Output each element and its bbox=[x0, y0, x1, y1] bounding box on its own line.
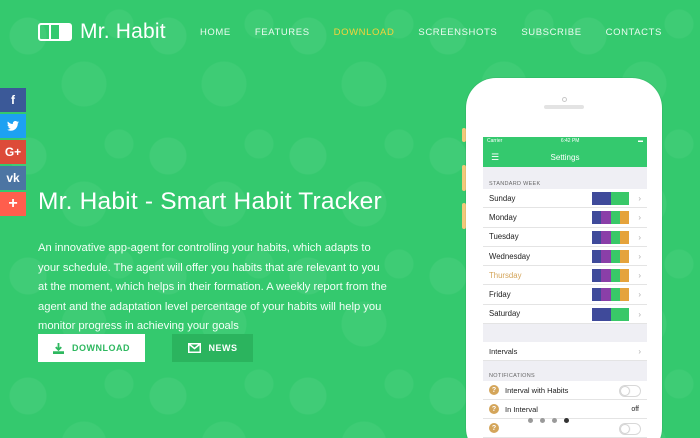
day-row-friday[interactable]: Friday › bbox=[483, 285, 647, 305]
chevron-right-icon: › bbox=[638, 347, 641, 357]
logo-icon bbox=[38, 23, 72, 41]
app-bar: ☰ Settings bbox=[483, 147, 647, 167]
day-label: Wednesday bbox=[489, 251, 531, 261]
phone-camera bbox=[562, 97, 567, 102]
carousel-pagination bbox=[528, 418, 569, 423]
chevron-right-icon: › bbox=[638, 290, 641, 300]
section-notifications: NOTIFICATIONS bbox=[489, 373, 535, 380]
twitter-icon[interactable] bbox=[0, 114, 26, 138]
in-interval-label: In Interval bbox=[505, 404, 538, 414]
day-habit-bar bbox=[592, 307, 629, 321]
phone-speaker bbox=[544, 105, 584, 109]
hero-description: An innovative app-agent for controlling … bbox=[38, 242, 387, 333]
brand-logo[interactable]: Mr. Habit bbox=[38, 20, 166, 44]
vk-icon[interactable]: vk bbox=[0, 166, 26, 190]
day-habit-bar bbox=[592, 192, 629, 205]
day-habit-bar bbox=[592, 249, 629, 263]
in-interval-value: off bbox=[631, 405, 639, 413]
notification-toggle[interactable] bbox=[619, 423, 641, 436]
social-share-bar: f G+ vk + bbox=[0, 88, 26, 216]
pagination-dot-active[interactable] bbox=[564, 418, 569, 423]
day-habit-bar bbox=[592, 288, 629, 302]
status-time: 6:42 PM bbox=[560, 138, 580, 144]
interval-with-habits-toggle[interactable] bbox=[619, 385, 641, 398]
intervals-label: Intervals bbox=[489, 346, 518, 356]
news-button-label: NEWS bbox=[208, 343, 238, 353]
chevron-right-icon: › bbox=[638, 194, 641, 203]
main-nav: HOME FEATURES DOWNLOAD SCREENSHOTS SUBSC… bbox=[200, 27, 662, 38]
interval-with-habits-label: Interval with Habits bbox=[505, 385, 569, 395]
nav-features[interactable]: FEATURES bbox=[255, 27, 310, 38]
google-plus-icon[interactable]: G+ bbox=[0, 140, 26, 164]
intervals-row[interactable]: Intervals › bbox=[483, 342, 647, 362]
chevron-right-icon: › bbox=[638, 309, 641, 319]
download-button-label: DOWNLOAD bbox=[72, 343, 130, 353]
nav-home[interactable]: HOME bbox=[200, 27, 231, 38]
day-label: Tuesday bbox=[489, 232, 519, 242]
in-interval-row[interactable]: ? In Interval off bbox=[483, 400, 647, 420]
help-icon[interactable]: ? bbox=[489, 385, 499, 396]
day-label: Saturday bbox=[489, 309, 521, 319]
page-title: Mr. Habit - Smart Habit Tracker bbox=[38, 188, 382, 215]
help-icon[interactable]: ? bbox=[489, 404, 499, 415]
day-habit-bar bbox=[592, 269, 629, 283]
phone-screen: Carrier 6:42 PM ▬ ☰ Settings STANDARD WE… bbox=[483, 137, 647, 438]
day-row-wednesday[interactable]: Wednesday › bbox=[483, 247, 647, 267]
chevron-right-icon: › bbox=[638, 213, 641, 223]
day-label: Monday bbox=[489, 212, 517, 222]
screen-title: Settings bbox=[550, 152, 580, 162]
day-habit-bar bbox=[592, 230, 629, 244]
chevron-right-icon: › bbox=[638, 251, 641, 261]
nav-screenshots[interactable]: SCREENSHOTS bbox=[418, 27, 497, 38]
pagination-dot[interactable] bbox=[540, 418, 545, 423]
day-row-thursday[interactable]: Thursday › bbox=[483, 266, 647, 286]
facebook-icon[interactable]: f bbox=[0, 88, 26, 112]
days-list: Sunday › Monday › Tuesday › Wednesday › … bbox=[483, 189, 647, 325]
brand-name: Mr. Habit bbox=[80, 20, 166, 43]
battery-icon: ▬ bbox=[638, 138, 643, 144]
day-habit-bar bbox=[592, 211, 629, 225]
nav-download[interactable]: DOWNLOAD bbox=[334, 27, 395, 38]
download-icon bbox=[53, 342, 64, 354]
mail-icon bbox=[187, 343, 201, 353]
download-button[interactable]: DOWNLOAD bbox=[38, 334, 145, 362]
chevron-right-icon: › bbox=[638, 271, 641, 281]
nav-subscribe[interactable]: SUBSCRIBE bbox=[521, 27, 581, 38]
phone-mockup: Carrier 6:42 PM ▬ ☰ Settings STANDARD WE… bbox=[466, 78, 662, 438]
news-button[interactable]: NEWS bbox=[172, 334, 253, 362]
day-row-tuesday[interactable]: Tuesday › bbox=[483, 228, 647, 247]
day-row-saturday[interactable]: Saturday › bbox=[483, 305, 647, 325]
day-row-monday[interactable]: Monday › bbox=[483, 208, 647, 228]
day-label: Sunday bbox=[489, 193, 516, 203]
pagination-dot[interactable] bbox=[552, 418, 557, 423]
section-standard-week: STANDARD WEEK bbox=[489, 181, 541, 187]
hamburger-menu-icon[interactable]: ☰ bbox=[491, 152, 499, 163]
pagination-dot[interactable] bbox=[528, 418, 533, 423]
day-label: Friday bbox=[489, 290, 511, 300]
chevron-right-icon: › bbox=[638, 232, 641, 242]
day-row-sunday[interactable]: Sunday › bbox=[483, 189, 647, 209]
day-label: Thursday bbox=[489, 270, 522, 280]
help-icon[interactable]: ? bbox=[489, 423, 499, 434]
interval-with-habits-row: ? Interval with Habits bbox=[483, 381, 647, 401]
add-icon[interactable]: + bbox=[0, 192, 26, 216]
nav-contacts[interactable]: CONTACTS bbox=[606, 27, 662, 38]
status-bar: Carrier 6:42 PM ▬ bbox=[483, 137, 647, 147]
carrier-label: Carrier bbox=[487, 138, 503, 144]
